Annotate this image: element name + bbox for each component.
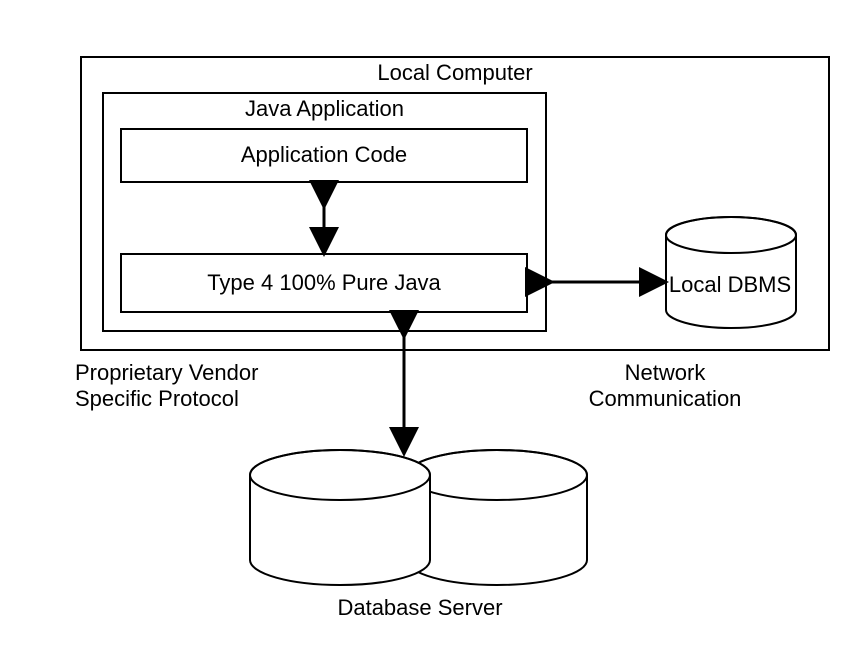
diagram-canvas: Local Computer Java Application Applicat… — [20, 20, 867, 643]
network-communication-label: NetworkCommunication — [550, 360, 780, 413]
local-dbms-label: Local DBMS — [655, 272, 805, 298]
database-server-label: Database Server — [305, 595, 535, 621]
database-server-cylinders — [250, 450, 587, 585]
proprietary-protocol-label: Proprietary VendorSpecific Protocol — [75, 360, 315, 413]
diagram-svg — [20, 20, 867, 643]
